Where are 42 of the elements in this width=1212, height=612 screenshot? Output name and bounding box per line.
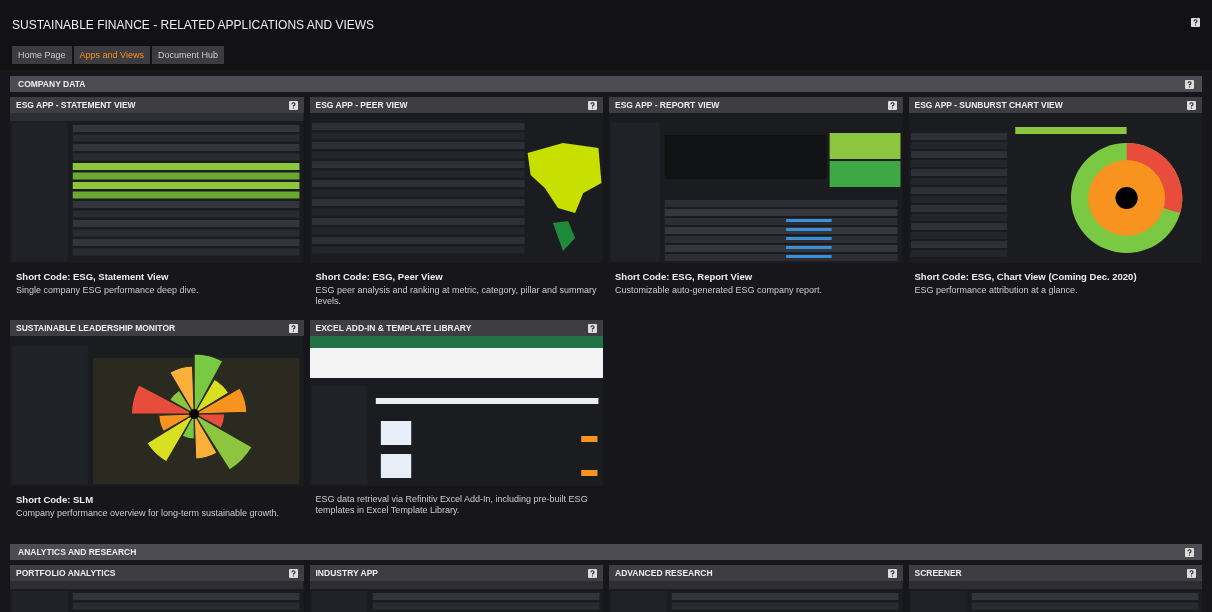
page-title: SUSTAINABLE FINANCE - RELATED APPLICATIONS AND VIEWS [12, 18, 375, 32]
card-title[interactable]: ESG APP - SUNBURST CHART VIEW [914, 100, 1063, 110]
card-description: ESG data retrieval via Refinitiv Excel Add-In, including pre-built ESG templates in Excel Template Library. [315, 494, 589, 517]
card-title[interactable]: ADVANCED RESEARCH [615, 568, 713, 578]
card-title[interactable]: ESG APP - STATEMENT VIEW [16, 100, 136, 110]
short-code: Short Code: ESG, Chart View (Coming Dec. 2020) [914, 271, 1138, 282]
short-code: Short Code: SLM [16, 494, 95, 505]
tab[interactable]: Document Hub [151, 46, 224, 64]
help-icon[interactable] [1185, 547, 1194, 557]
help-icon[interactable] [887, 568, 897, 578]
section-title: COMPANY DATA [18, 79, 86, 89]
card-title[interactable]: PORTFOLIO ANALYTICS [16, 568, 116, 578]
help-icon[interactable] [588, 100, 597, 110]
help-icon[interactable] [1185, 79, 1194, 89]
tab[interactable]: Home Page [12, 46, 72, 64]
short-code: Short Code: ESG, Report View [615, 271, 754, 282]
short-code: Short Code: ESG, Peer View [315, 271, 444, 282]
help-icon[interactable] [288, 100, 298, 110]
help-icon[interactable] [1191, 18, 1200, 27]
app-screenshot-drawing[interactable] [10, 113, 304, 263]
card-description: ESG performance attribution at a glance. [914, 285, 1079, 297]
app-screenshot-drawing[interactable] [309, 336, 603, 486]
help-icon[interactable] [1187, 568, 1196, 578]
card-description: Single company ESG performance deep dive. [16, 285, 200, 297]
help-icon[interactable] [288, 568, 298, 578]
card-title[interactable]: INDUSTRY APP [315, 568, 378, 578]
card-title[interactable]: ESG APP - REPORT VIEW [615, 100, 720, 110]
section-title: ANALYTICS AND RESEARCH [18, 547, 137, 557]
help-icon[interactable] [887, 100, 897, 110]
help-icon[interactable] [588, 568, 597, 578]
short-code: Short Code: ESG, Statement View [16, 271, 170, 282]
help-icon[interactable] [288, 323, 298, 333]
card-description: Customizable auto-generated ESG company report. [615, 285, 824, 297]
help-icon[interactable] [1187, 100, 1196, 110]
card-title[interactable]: SUSTAINABLE LEADERSHIP MONITOR [16, 323, 176, 333]
help-icon[interactable] [588, 323, 597, 333]
card-description: Company performance overview for long-term sustainable growth. [16, 508, 281, 520]
tab[interactable]: Apps and Views [73, 46, 150, 64]
card-title[interactable]: ESG APP - PEER VIEW [315, 100, 408, 110]
card-description: ESG peer analysis and ranking at metric, category, pillar and summary levels. [315, 285, 597, 308]
card-title[interactable]: EXCEL ADD-IN & TEMPLATE LIBRARY [315, 323, 472, 333]
card-title[interactable]: SCREENER [914, 568, 962, 578]
